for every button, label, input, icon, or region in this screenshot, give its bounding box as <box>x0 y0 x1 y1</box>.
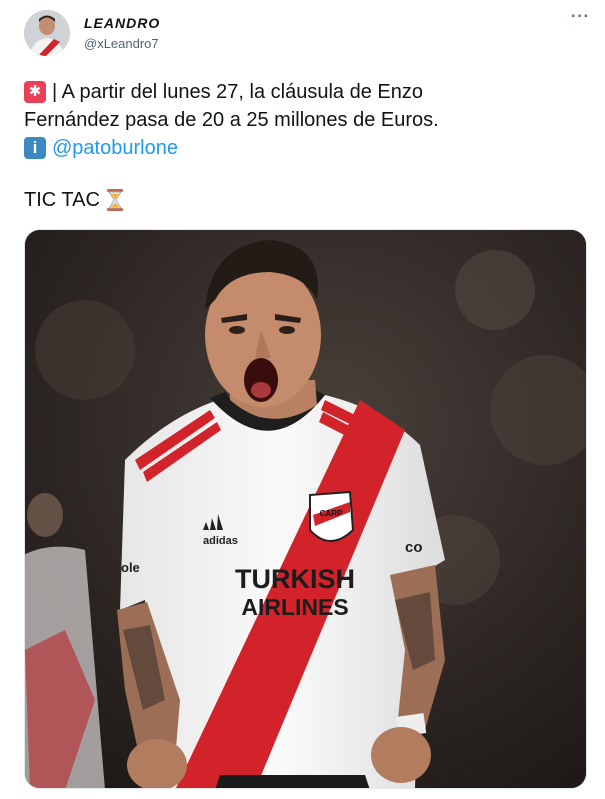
tweet-text-line-1: | A partir del lunes 27, la cláusula de … <box>52 81 423 103</box>
jersey-sponsor-line-2: AIRLINES <box>241 594 348 620</box>
display-name[interactable]: LEANDRO <box>84 15 160 31</box>
jersey-brand-text: adidas <box>203 535 238 547</box>
jersey-right-sponsor-partial: co <box>405 539 423 556</box>
football-player-photo: CARP adidas TURKISH AIRLINES co ole <box>25 230 586 788</box>
svg-text:CARP: CARP <box>320 509 343 518</box>
jersey-left-sponsor-partial: ole <box>121 560 140 575</box>
avatar-image <box>24 10 70 56</box>
tic-tac-text: TIC TAC <box>24 186 124 214</box>
tweet: LEANDRO @xLeandro7 ··· | A partir del lu… <box>0 0 605 799</box>
user-handle[interactable]: @xLeandro7 <box>84 36 159 51</box>
information-icon: i <box>24 137 46 159</box>
hourglass-icon <box>106 188 124 212</box>
tic-tac-label: TIC TAC <box>24 189 100 211</box>
tweet-photo[interactable]: CARP adidas TURKISH AIRLINES co ole <box>24 229 587 789</box>
avatar[interactable] <box>24 10 70 56</box>
tweet-text: | A partir del lunes 27, la cláusula de … <box>24 78 584 162</box>
tweet-text-line-2: Fernández pasa de 20 a 25 millones de Eu… <box>24 109 439 131</box>
police-siren-icon <box>24 81 46 103</box>
jersey-sponsor-line-1: TURKISH <box>235 564 355 594</box>
mention-link[interactable]: @patoburlone <box>52 134 178 162</box>
more-options-icon[interactable]: ··· <box>571 9 591 26</box>
